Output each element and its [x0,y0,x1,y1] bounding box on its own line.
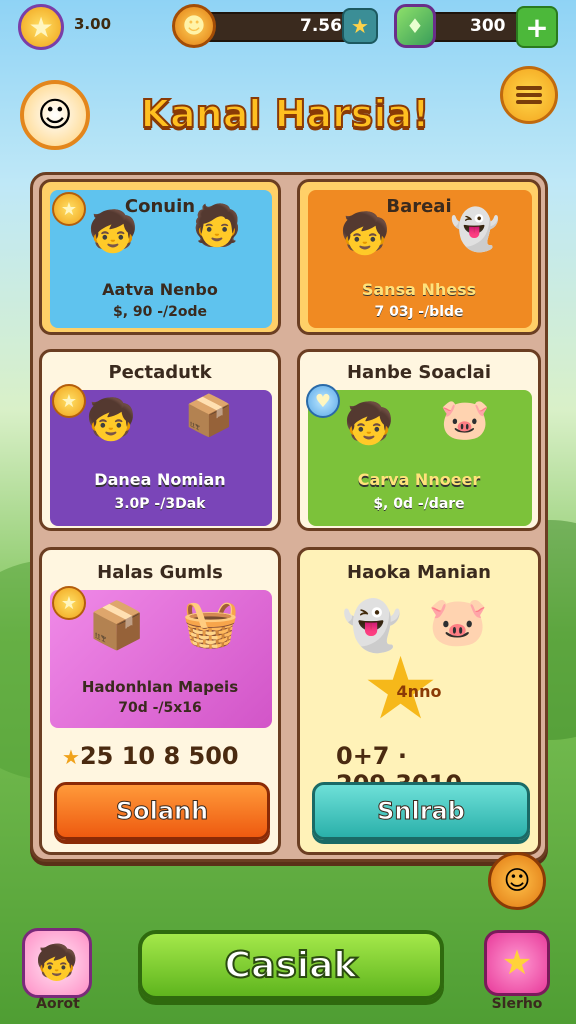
favorites-button[interactable]: ★ [484,930,550,996]
right-cta-button[interactable]: Snlrab [312,782,530,840]
character-icon: 🧒 [340,211,390,257]
star-count: 3.00 [74,15,112,33]
treasure-box-icon: 📦 [88,598,146,652]
bottom-profile-label: Aorot [36,996,80,1012]
card-heading-4: Hanbe Soaclai [346,362,492,383]
shop-card-2[interactable]: Bareai 🧒 👻 Sansa Nhess 7 03ȷ -/blde [297,179,541,335]
card-panel-title-1: Aatva Nenbo [102,280,218,299]
star-icon: ★ [62,745,80,769]
character-icon: 🧒 [344,401,394,447]
card-panel-sub-3: 3.0P -/3Dak [114,496,206,512]
left-cta-button[interactable]: Solanh [54,782,270,840]
heart-icon: ♥ [306,384,340,418]
shop-card-6[interactable]: Haoka Manian 👻 🐷 ★ 4nno 0+7 · 209.3010 S… [297,547,541,855]
favorites-label: Slerho [491,996,543,1012]
page-title: Kanal Harsia! [140,91,431,137]
gem-add-button[interactable]: + [516,6,558,48]
pet-icon: 🐷 [440,397,490,443]
character-icon: 🧒 [88,209,138,255]
card-heading-6: Haoka Manian [347,562,491,583]
shop-card-5[interactable]: Halas Gumls ★ 📦 🧺 Hadonhlan Mapeis 70d -… [39,547,281,855]
menu-icon [516,83,542,107]
price-left-value: 25 10 8 500 [79,742,239,770]
main-action-button[interactable]: Casiak [138,930,444,1000]
bottom-profile-button[interactable]: 🧒 [22,928,92,998]
card-panel-sub-5: 70d -/5x16 [118,700,202,716]
card-panel-sub-4: $, 0d -/dare [373,496,465,512]
card-panel-title-2: Sansa Nhess [361,280,477,299]
card-panel-title-3: Danea Nomian [94,470,226,489]
shop-board: ★ Conuin 🧒 🧑 Aatva Nenbo $, 90 -/2ode Ba… [30,172,548,862]
card-heading-2: Bareai [386,196,452,217]
coin-add-icon[interactable]: ★ [342,8,378,44]
shop-card-3[interactable]: Pectadutk ★ 🧒 📦 Danea Nomian 3.0P -/3Dak [39,349,281,531]
card-panel-title-6: 4nno [396,682,442,701]
treasure-box-icon: 📦 [184,393,234,439]
star-icon: ★ [52,586,86,620]
menu-button[interactable] [500,66,558,124]
star-icon[interactable]: ★ [18,4,64,50]
coin-basket-icon: 🧺 [182,596,240,650]
ghost-icon: 👻 [450,207,500,253]
profile-avatar-button[interactable]: ☺ [20,80,90,150]
card-heading-5: Halas Gumls [97,562,223,583]
top-resource-bar: ★ 3.00 ☻ 7.56 ★ ♦ 300 + [0,0,576,52]
shop-card-4[interactable]: Hanbe Soaclai ♥ 🧒 🐷 Carva Nnoeer $, 0d -… [297,349,541,531]
card-panel-sub-1: $, 90 -/2ode [112,304,208,320]
coin-value: 7.56 [300,16,342,36]
coin-icon: ☻ [172,4,216,48]
card-panel-title-5: Hadonhlan Mapeis [81,678,239,696]
card-heading-1: Conuin [124,196,196,217]
card-panel-title-4: Carva Nnoeer [357,470,481,489]
star-icon: ★ [52,384,86,418]
gem-icon: ♦ [394,4,436,48]
character-icon: 🧒 [86,397,136,443]
gem-value: 300 [470,16,506,36]
card-panel-sub-2: 7 03ȷ -/blde [374,304,464,320]
shop-card-1[interactable]: ★ Conuin 🧒 🧑 Aatva Nenbo $, 90 -/2ode [39,179,281,335]
mascot-icon[interactable]: ☺ [488,852,546,910]
card-heading-3: Pectadutk [108,362,212,383]
character-icon: 🧑 [192,203,242,249]
price-left: ★25 10 8 500 [62,742,239,770]
